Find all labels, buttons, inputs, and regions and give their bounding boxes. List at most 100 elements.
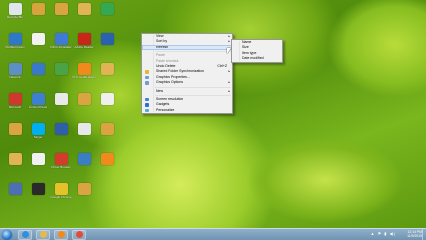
menu-item-label: Shared Folder Synchronization [156, 69, 205, 74]
file-explorer-icon [39, 231, 47, 238]
folder-icon [100, 63, 114, 75]
menu-item-label: Undo Delete [156, 63, 176, 68]
folder-icon [100, 123, 114, 135]
menu-item-label: View [156, 34, 164, 38]
desktop-icon-label: VLC media player [72, 76, 96, 79]
desktop-icon[interactable] [94, 153, 120, 166]
desktop-icon-label: Control Panel [28, 106, 48, 109]
app-icon [54, 63, 68, 75]
sort-option-label: Item type [242, 50, 257, 55]
desktop-icon[interactable] [94, 63, 120, 76]
folder-icon [54, 3, 68, 15]
menu-item-new[interactable]: New ▸ [142, 89, 232, 94]
menu-item-label: Personalize [156, 107, 175, 112]
app-icon [54, 153, 68, 165]
menu-separator [155, 86, 231, 88]
internet-explorer-icon [21, 231, 29, 238]
menu-item-personalize[interactable]: Personalize [142, 108, 232, 113]
submenu-arrow-icon: ▸ [228, 80, 230, 85]
menu-item-label: Screen resolution [156, 96, 184, 101]
menu-item-label: New [156, 88, 164, 93]
taskbar-chrome-button[interactable] [72, 229, 86, 240]
app-icon [100, 3, 114, 15]
skype-icon [31, 123, 45, 135]
sort-option-label: Date modified [242, 56, 264, 61]
office-icon [8, 93, 22, 105]
document-icon [31, 33, 45, 45]
desktop-icon[interactable] [94, 3, 120, 16]
desktop-icon-label: Recycle Bin [7, 16, 23, 19]
desktop-icon[interactable] [71, 183, 97, 196]
desktop-icon[interactable] [94, 33, 120, 46]
vlc-icon [77, 63, 91, 75]
desktop-icon[interactable] [94, 123, 120, 136]
taskbar-media-player-button[interactable] [54, 229, 68, 240]
control-panel-icon [31, 93, 45, 105]
recycle-bin-icon [8, 3, 22, 15]
desktop-context-menu: View ▸ Sort by ▸ Refresh Paste Paste shortcut U… [141, 33, 233, 115]
desktop-icon-label: Adobe Reader [74, 46, 94, 49]
start-button[interactable] [2, 229, 12, 240]
menu-item-icon [145, 81, 149, 85]
menu-item-label: Graphics Properties... [156, 74, 190, 79]
app-icon [8, 183, 22, 195]
system-tray[interactable]: ▲ ⚑ ▮ ◀) [371, 231, 397, 236]
document-icon [31, 153, 45, 165]
menu-item-graphics-options[interactable]: Graphics Options ▸ [142, 80, 232, 85]
folder-icon [77, 183, 91, 195]
document-icon [100, 93, 114, 105]
menu-separator [155, 94, 231, 96]
taskbar-file-explorer-button[interactable] [36, 229, 50, 240]
browser-icon [8, 33, 22, 45]
vlc-icon [100, 153, 114, 165]
folder-icon [77, 3, 91, 15]
media-player-icon [57, 231, 65, 238]
folder-icon [77, 93, 91, 105]
menu-item-label: Sort by [156, 39, 168, 44]
app-icon [54, 33, 68, 45]
folder-icon [31, 3, 45, 15]
app-icon [31, 183, 45, 195]
app-icon [54, 123, 68, 135]
menu-item-label: Paste [156, 53, 165, 58]
show-desktop-button[interactable] [422, 229, 426, 240]
pdf-icon [77, 33, 91, 45]
desktop-icon-label: Mozilla Firefox [5, 46, 25, 49]
clock-date: 11/9/2015 [407, 233, 422, 238]
folder-icon [8, 123, 22, 135]
app-icon [100, 33, 114, 45]
chrome-icon [54, 183, 68, 195]
clock[interactable]: 12:14 PM 11/9/2015 [407, 230, 422, 238]
folder-icon [8, 153, 22, 165]
menu-separator [155, 51, 231, 53]
document-icon [31, 63, 45, 75]
desktop-icon[interactable] [94, 93, 120, 106]
desktop-icon-label: Driver Booster [51, 166, 71, 169]
app-icon [77, 153, 91, 165]
desktop-icon-label: Skype [33, 136, 43, 139]
menu-item-label: Refresh [156, 44, 169, 49]
taskbar: ▲ ⚑ ▮ ◀) 12:14 PM 11/9/2015 [0, 228, 426, 240]
menu-item-label: Graphics Options [156, 80, 184, 85]
desktop-icon-label: Google Chrome [50, 196, 72, 199]
desktop[interactable]: Recycle Bin Mozilla Firefox Network Microso… [0, 0, 426, 228]
menu-item-icon [145, 75, 149, 80]
chrome-icon [75, 231, 83, 238]
sort-by-submenu: Name Size Item type Date modified [231, 39, 283, 63]
network-icon [8, 63, 22, 75]
sort-option-label: Size [242, 45, 249, 50]
sort-option-date-modified[interactable]: Date modified [232, 56, 282, 61]
desktop-icon-label: Network [9, 76, 21, 79]
menu-item-label: Gadgets [156, 102, 170, 107]
document-icon [77, 123, 91, 135]
menu-item-icon [145, 108, 149, 113]
menu-item-icon [145, 70, 149, 74]
taskbar-internet-explorer-button[interactable] [18, 229, 32, 240]
menu-item-refresh[interactable]: Refresh [142, 44, 232, 51]
mouse-cursor [227, 48, 231, 54]
sort-option-label: Name [242, 40, 252, 44]
submenu-arrow-icon: ▸ [228, 88, 230, 93]
document-icon [54, 93, 68, 105]
menu-item-icon [145, 97, 149, 102]
menu-item-icon [145, 103, 149, 107]
